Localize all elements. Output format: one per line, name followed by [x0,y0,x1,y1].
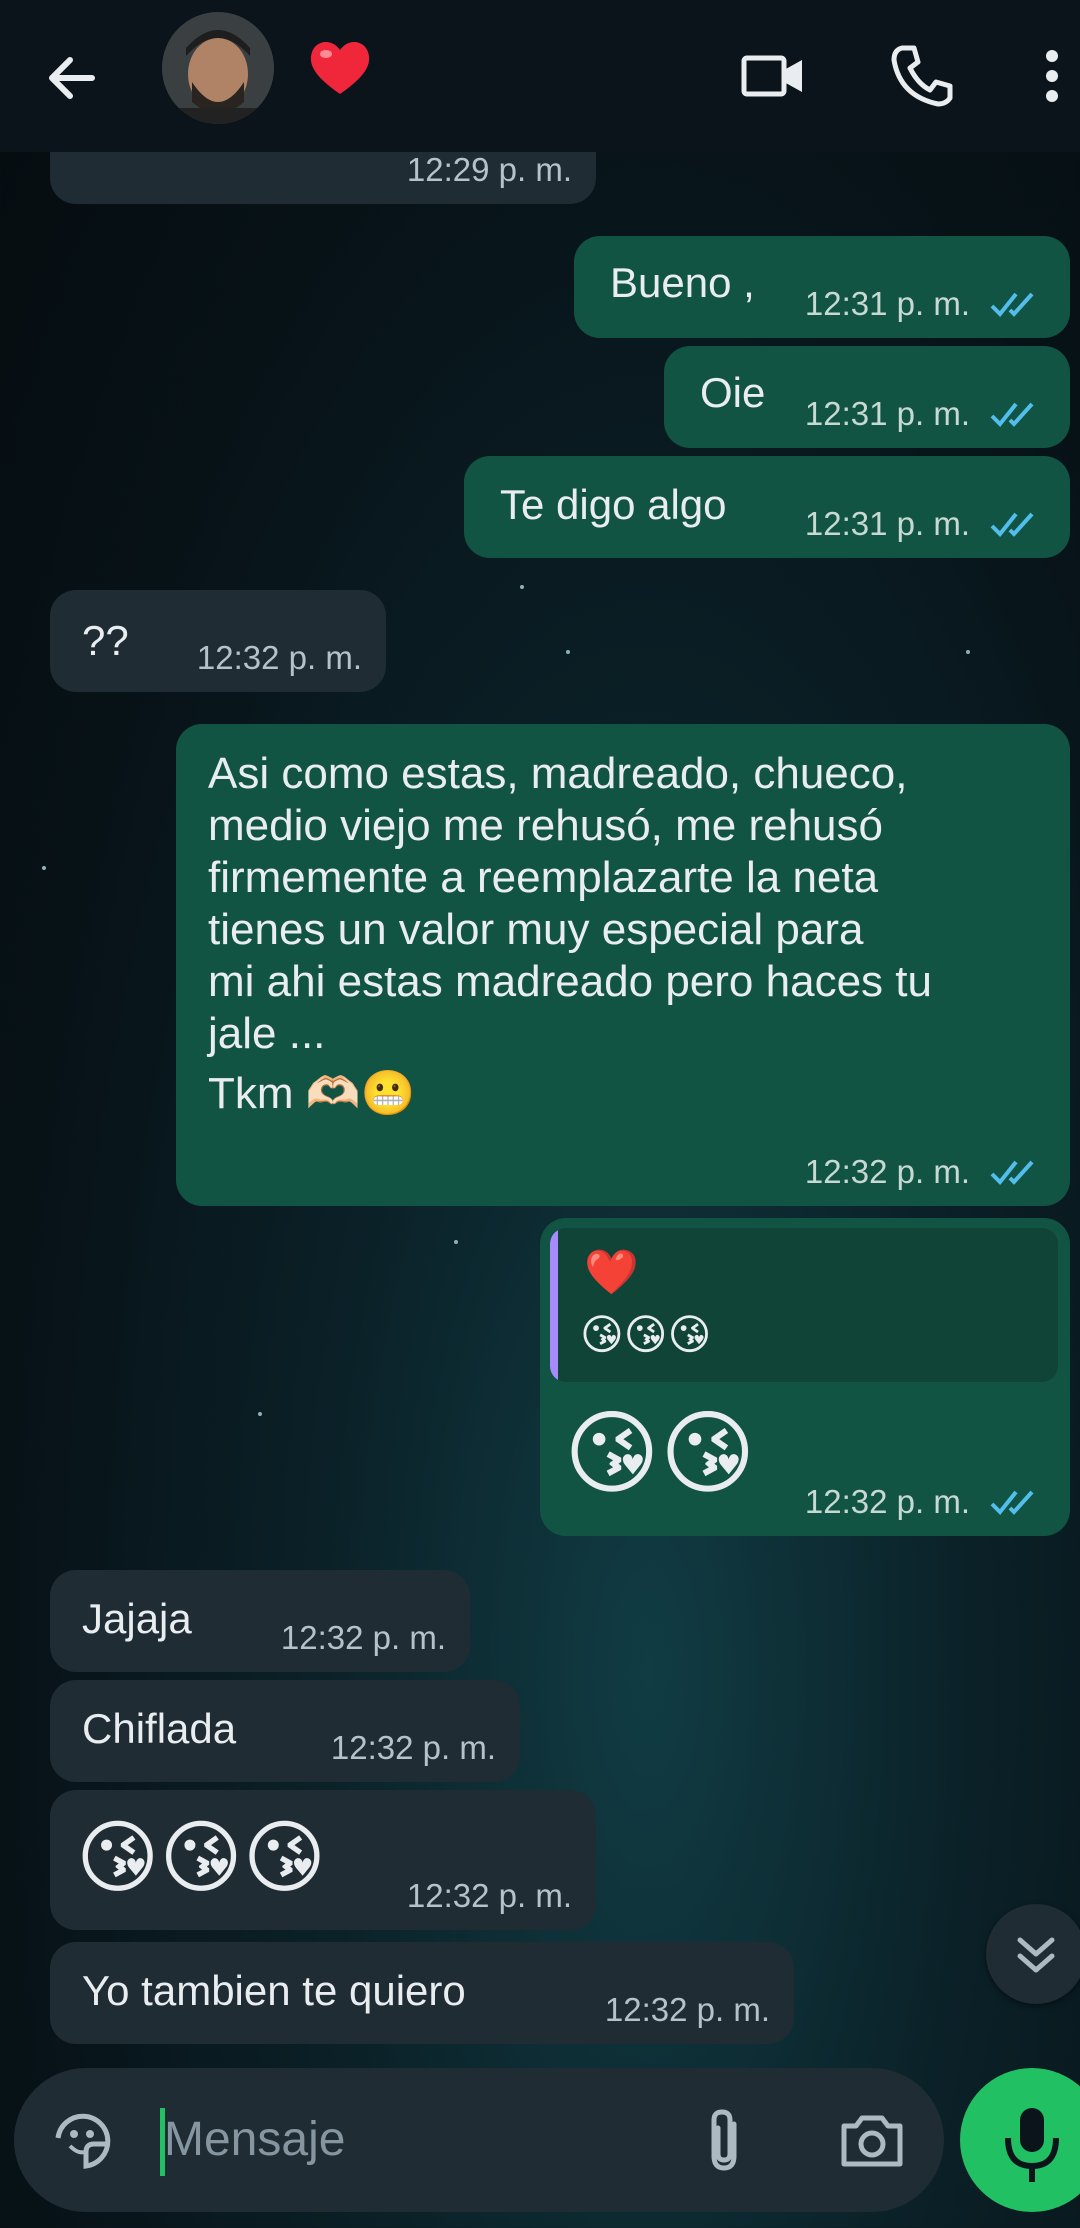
more-options-icon[interactable] [1020,34,1080,118]
sticker-icon[interactable] [50,2108,116,2174]
incoming-message[interactable]: Yo tambien te quiero 12:32 p. m. [50,1942,794,2044]
quote-accent-bar [550,1228,558,1382]
quoted-text-line: ❤️ [584,1248,639,1297]
message-time: 12:31 p. m. [804,285,970,322]
message-line: Asi como estas, madreado, chueco, [208,749,908,798]
message-text-block: Asi como estas, madreado, chueco, medio … [208,748,932,1120]
back-arrow-icon[interactable] [36,42,108,114]
message-time: 12:31 p. m. [804,505,970,542]
quoted-text-line: 😘😘😘 [580,1311,712,1358]
message-time: 12:32 p. m. [804,1483,970,1520]
background-star [42,866,46,870]
message-line: Tkm 🫶🏻😬 [208,1069,416,1118]
outgoing-message[interactable]: Oie 12:31 p. m. [664,346,1070,448]
message-composer: Mensaje [14,2068,944,2212]
outgoing-reply-message[interactable]: ❤️ 😘😘😘 😘😘 12:32 p. m. [540,1218,1070,1536]
message-text: Chiflada [82,1705,237,1752]
scroll-to-bottom-button[interactable] [986,1904,1080,2004]
read-ticks-icon [990,292,1034,317]
message-line: jale ... [208,1009,326,1058]
message-line: medio viejo me rehusó, me rehusó [208,801,883,850]
attach-icon[interactable] [694,2104,754,2178]
message-input[interactable]: Mensaje [164,2112,345,2168]
voice-message-button[interactable] [960,2068,1080,2212]
read-ticks-icon [990,1490,1034,1515]
read-ticks-icon [990,402,1034,427]
quoted-message[interactable]: ❤️ 😘😘😘 [550,1228,1058,1382]
message-time: 12:31 p. m. [804,395,970,432]
background-star [566,650,570,654]
camera-icon[interactable] [836,2104,908,2176]
incoming-message[interactable]: 😘😘😘 12:32 p. m. [50,1790,596,1930]
incoming-message[interactable]: Jajaja 12:32 p. m. [50,1570,470,1672]
message-time: 12:32 p. m. [330,1729,496,1766]
message-line: mi ahi estas madreado pero haces tu [208,957,932,1006]
read-ticks-icon [990,1160,1034,1185]
emoji-message-body: 😘😘😘 [76,1813,327,1902]
message-text: Jajaja [82,1595,192,1642]
microphone-icon [1005,2108,1059,2182]
incoming-message[interactable]: ?? 12:32 p. m. [50,590,386,692]
background-star [520,585,524,589]
video-call-icon[interactable] [732,34,816,118]
message-time: 12:32 p. m. [604,1991,770,2028]
background-star [966,650,970,654]
message-time: 12:32 p. m. [280,1619,446,1656]
message-text: Te digo algo [500,481,727,528]
message-time: 12:29 p. m. [406,151,572,188]
message-text: ?? [82,617,129,664]
double-chevron-down-icon [1017,1937,1055,1973]
outgoing-message[interactable]: Asi como estas, madreado, chueco, medio … [176,724,1070,1206]
read-ticks-icon [990,512,1034,537]
voice-call-icon[interactable] [880,34,964,118]
incoming-message[interactable]: Chiflada 12:32 p. m. [50,1680,520,1782]
message-time: 12:32 p. m. [804,1153,970,1190]
message-line: tienes un valor muy especial para [208,905,864,954]
outgoing-message[interactable]: Te digo algo 12:31 p. m. [464,456,1070,558]
heart-emoji-icon [310,41,370,94]
message-text: Bueno , [610,259,755,306]
chat-header [0,0,1080,152]
message-text: Oie [700,369,766,416]
outgoing-message[interactable]: Bueno , 12:31 p. m. [574,236,1070,338]
background-star [454,1240,458,1244]
contact-avatar[interactable] [162,12,274,124]
message-time: 12:32 p. m. [196,639,362,676]
background-star [258,1412,262,1416]
message-line: firmemente a reemplazarte la neta [208,853,879,902]
message-text: Yo tambien te quiero [82,1967,466,2014]
message-time: 12:32 p. m. [406,1877,572,1914]
emoji-message-body: 😘😘 [564,1403,756,1505]
